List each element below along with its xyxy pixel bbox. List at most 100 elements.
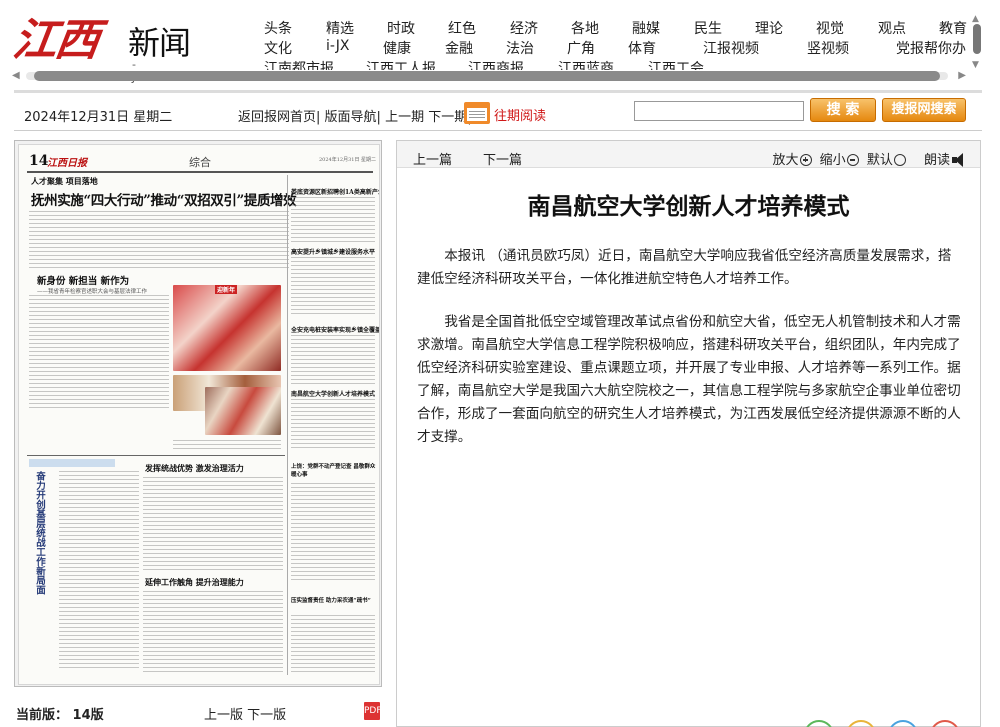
current-page-indicator: 当前版： 14版 — [16, 704, 104, 723]
paper-text-block — [143, 477, 283, 573]
nav-item[interactable]: 江南都市报 — [264, 58, 334, 70]
article-panel: 上一篇 下一篇 放大 缩小 默认 朗读 南昌航空大学创新人才培养模式 本报讯 （… — [396, 140, 981, 727]
paper-brief-4: 南昌航空大学创新人才培养模式 — [291, 391, 376, 398]
nav-item[interactable]: 民生 — [694, 18, 722, 38]
zoom-in-icon — [799, 154, 812, 166]
search-input[interactable] — [634, 101, 804, 121]
paper-masthead: 江西日报 — [47, 158, 87, 169]
nav-item[interactable]: 江西商报 — [468, 58, 524, 70]
scroll-down-icon[interactable]: ▼ — [972, 60, 979, 70]
site-search-button[interactable]: 搜报网搜索 — [882, 98, 966, 122]
layout-nav-link[interactable]: 版面导航 — [325, 110, 377, 125]
nav-item[interactable]: 党报帮你办 — [896, 38, 966, 58]
next-page-link[interactable]: 下一版 — [247, 708, 286, 723]
paper-text-block — [173, 440, 281, 452]
site-logo[interactable]: 江西 新闻 -JXRBS.CN- — [9, 4, 210, 84]
paper-text-block — [291, 483, 375, 583]
nav-item[interactable]: 经济 — [510, 18, 538, 38]
paper-page-number: 14 — [29, 153, 49, 169]
nav-item[interactable]: 教育 — [939, 18, 967, 38]
paper-subhead: 新身份 新担当 新作为 — [37, 276, 130, 287]
nav-item[interactable]: 融媒 — [632, 18, 660, 38]
nav-item[interactable]: 广角 — [567, 38, 595, 58]
paper-column-head: 奋力开创基层统战工作新局面 — [34, 471, 45, 595]
paper-text-block — [291, 197, 375, 245]
paper-text-block — [29, 211, 289, 271]
nav-item[interactable]: 观点 — [878, 18, 906, 38]
default-size-icon — [893, 154, 906, 166]
pdf-icon[interactable]: PDF — [364, 702, 382, 720]
nav-item[interactable]: 体育 — [628, 38, 656, 58]
paper-photo-1 — [173, 285, 281, 371]
paper-headline: 抚州实施“四大行动”推动“双招双引”提质增效 — [31, 193, 297, 209]
logo-main-text: 江西 — [9, 15, 101, 66]
next-article-link[interactable]: 下一篇 — [483, 149, 522, 168]
nav-vertical-scrollbar[interactable]: ▲ ▼ — [970, 14, 984, 72]
nav-item[interactable]: 竖视频 — [807, 38, 849, 58]
nav-item[interactable]: 江西工会 — [648, 58, 704, 70]
current-page-value: 14版 — [72, 708, 104, 723]
page-footer: 当前版： 14版 上一版 下一版 PDF — [14, 698, 382, 727]
paper-text-block — [143, 591, 283, 675]
prev-page-link[interactable]: 上一版 — [204, 708, 243, 723]
paper-column-tag — [29, 459, 115, 467]
scroll-left-icon[interactable]: ◀ — [12, 70, 20, 81]
article-paragraph: 本报讯 （通讯员欧巧凤）近日，南昌航空大学响应我省低空经济高质量发展需求，搭建低… — [417, 248, 952, 287]
zoom-out-label: 缩小 — [819, 153, 846, 168]
divider — [14, 90, 982, 93]
scroll-up-icon[interactable]: ▲ — [972, 14, 979, 24]
nav-horizontal-scrollbar[interactable]: ◀ ▶ — [10, 70, 968, 82]
search-button[interactable]: 搜 索 — [810, 98, 876, 122]
paper-date: 2024年12月31日 星期二 — [319, 157, 377, 163]
nav-item[interactable]: 各地 — [571, 18, 599, 38]
past-issues-link[interactable]: 往期阅读 — [494, 105, 546, 124]
paper-text-block — [29, 295, 169, 410]
nav-item[interactable]: 江报视频 — [703, 38, 759, 58]
nav-item[interactable]: 江西蓝商 — [558, 58, 614, 70]
read-aloud-label: 朗读 — [923, 153, 950, 168]
nav-item[interactable]: 理论 — [755, 18, 783, 38]
read-aloud-button[interactable]: 朗读 — [924, 153, 966, 168]
paper-text-block — [291, 257, 375, 317]
article-paragraph: 我省是全国首批低空空域管理改革试点省份和航空大省，低空无人机管制技术和人才需求激… — [417, 314, 961, 445]
nav-item[interactable]: 时政 — [387, 18, 415, 38]
paper-brief-2: 高安提升乡镇城乡建设服务水平 — [291, 249, 376, 256]
paper-text-block — [291, 335, 375, 385]
nav-item[interactable]: 江西工人报 — [366, 58, 436, 70]
paper-kicker: 人才聚集 项目落地 — [31, 176, 98, 186]
home-link[interactable]: 返回报网首页 — [238, 110, 316, 125]
paper-brief-5: 上饶：党群不动产登记查 昌敬群众暖心事 — [291, 464, 376, 478]
prev-article-link[interactable]: 上一篇 — [413, 149, 452, 168]
calendar-icon[interactable] — [464, 102, 490, 124]
nav-item[interactable]: 头条 — [264, 18, 292, 38]
paper-rule — [27, 455, 285, 456]
zoom-in-button[interactable]: 放大 — [773, 153, 812, 168]
current-page-label: 当前版： — [16, 708, 69, 723]
toolbar: 2024年12月31日 星期二 返回报网首页| 版面导航| 上一期 下一期| 往… — [14, 95, 982, 131]
zoom-out-button[interactable]: 缩小 — [820, 153, 859, 168]
nav-item[interactable]: 法治 — [506, 38, 534, 58]
paper-photo-3 — [205, 387, 281, 435]
paper-text-block — [291, 615, 375, 675]
default-size-button[interactable]: 默认 — [867, 153, 906, 168]
newspaper-page-image[interactable]: 14 江西日报 综合 2024年12月31日 星期二 人才聚集 项目落地 抚州实… — [18, 144, 380, 685]
issue-date: 2024年12月31日 星期二 — [24, 110, 173, 125]
scroll-thumb[interactable] — [34, 71, 940, 81]
speaker-icon — [952, 153, 966, 167]
scroll-thumb[interactable] — [973, 24, 981, 54]
nav-item[interactable]: i-JX — [326, 38, 349, 54]
nav-item[interactable]: 文化 — [264, 38, 292, 58]
nav-item[interactable]: 金融 — [445, 38, 473, 58]
paper-mid-head-2: 延伸工作触角 提升治理能力 — [145, 577, 244, 587]
nav-item[interactable]: 红色 — [448, 18, 476, 38]
nav-item[interactable]: 健康 — [383, 38, 411, 58]
nav-item[interactable]: 视觉 — [816, 18, 844, 38]
scroll-right-icon[interactable]: ▶ — [958, 70, 966, 81]
prev-issue-link[interactable]: 上一期 — [385, 110, 424, 125]
paper-text-block — [59, 471, 139, 671]
zoom-in-label: 放大 — [772, 153, 799, 168]
nav-item[interactable]: 精选 — [326, 18, 354, 38]
next-issue-link[interactable]: 下一期 — [428, 110, 467, 125]
paper-brief-3: 全安充电桩安装率实现乡镇全覆盖 — [291, 327, 380, 334]
paper-photo-label: 迎新年 — [215, 285, 238, 294]
